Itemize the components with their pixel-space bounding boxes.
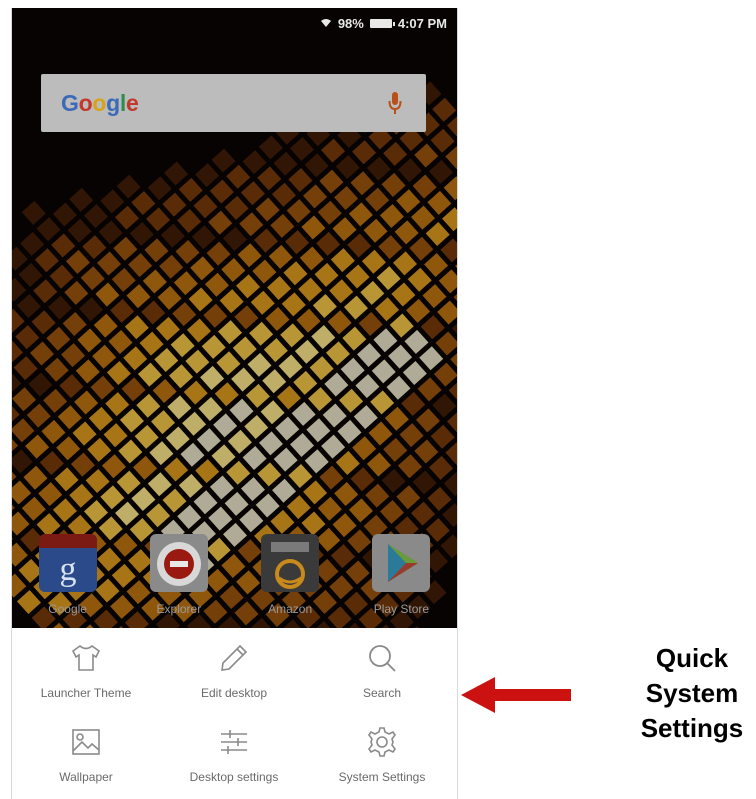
system-settings-button[interactable]: System Settings [308, 714, 456, 794]
launcher-theme-button[interactable]: Launcher Theme [12, 630, 160, 710]
callout-quick-system-settings: Quick System Settings [640, 643, 744, 743]
google-app-icon: g [38, 534, 97, 592]
app-explorer[interactable]: Explorer [134, 530, 224, 624]
gear-icon [368, 727, 396, 757]
phone-screen: 98% 4:07 PM Google g Google Explorer Ama… [11, 8, 458, 799]
app-amazon[interactable]: Amazon [245, 530, 335, 624]
clock: 4:07 PM [397, 15, 447, 31]
wallpaper-button[interactable]: Wallpaper [12, 714, 160, 794]
microphone-icon[interactable] [388, 90, 402, 116]
wifi-icon [320, 19, 331, 27]
red-arrow-pointer [461, 677, 571, 713]
browser-app-icon [149, 534, 208, 592]
status-bar: 98% 4:07 PM [12, 8, 457, 38]
play-store-app-icon [372, 534, 431, 592]
shirt-icon [71, 644, 101, 671]
google-search-bar[interactable]: Google [41, 74, 426, 132]
app-play-store[interactable]: Play Store [356, 530, 446, 624]
edit-desktop-button[interactable]: Edit desktop [160, 630, 308, 710]
battery-percent: 98% [337, 15, 364, 31]
amazon-app-icon [261, 534, 320, 592]
search-button[interactable]: Search [308, 630, 456, 710]
google-logo-text: Google [61, 89, 139, 116]
desktop-settings-button[interactable]: Desktop settings [160, 714, 308, 794]
search-icon [369, 645, 396, 672]
sliders-icon [221, 730, 247, 754]
svg-text:g: g [59, 551, 76, 588]
pencil-icon [221, 644, 248, 671]
image-icon [72, 729, 100, 755]
app-google[interactable]: g Google [23, 530, 113, 624]
battery-icon [369, 18, 395, 28]
app-dock: g Google Explorer Amazon Play Store [12, 530, 457, 624]
quick-system-settings-panel: Launcher Theme Edit desktop Search Wallp… [12, 628, 457, 799]
